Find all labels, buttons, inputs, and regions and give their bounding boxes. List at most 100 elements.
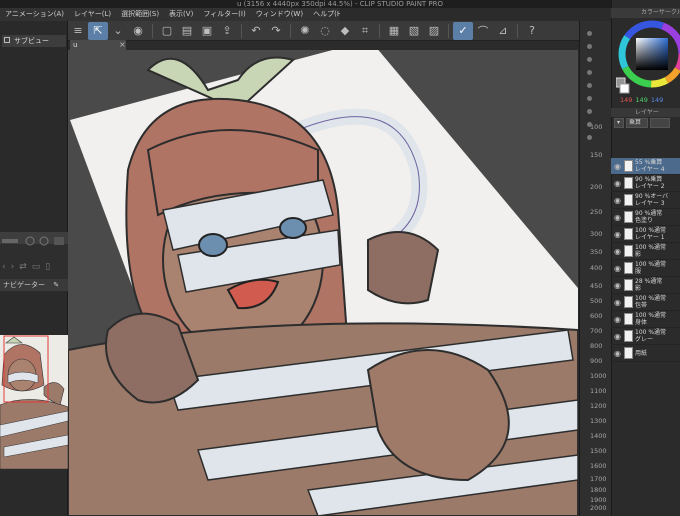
eye-icon[interactable]: ◉ <box>613 179 622 188</box>
save-icon[interactable]: ▣ <box>197 22 217 40</box>
menu-help[interactable]: ヘルプ(H) <box>308 8 340 21</box>
new-icon[interactable]: ▢ <box>157 22 177 40</box>
eye-icon[interactable]: ◉ <box>613 247 622 256</box>
layer-name: 影 <box>635 251 642 258</box>
layer-row[interactable]: ◉ 28 %通常影 <box>611 277 680 294</box>
ruler-tick-label: 150 <box>590 151 603 159</box>
transform-icon[interactable]: ⌗ <box>355 22 375 40</box>
navigator-tab[interactable]: ナビゲーター ✎ <box>0 279 68 291</box>
menu-filter[interactable]: フィルター(I) <box>198 8 250 21</box>
move-icon[interactable]: ⇱ <box>88 21 108 40</box>
layer-blend-row: ▾ 乗算 <box>611 117 680 129</box>
grid-icon[interactable]: ▦ <box>384 22 404 40</box>
layer-label: 100 %通常服 <box>635 261 666 275</box>
eye-icon[interactable]: ◉ <box>613 162 622 171</box>
eye-icon[interactable]: ◉ <box>613 349 622 358</box>
delete-icon[interactable]: ▯ <box>45 262 50 276</box>
red-value[interactable]: 149 <box>620 96 632 104</box>
ruler-tick-label: 1000 <box>590 372 607 380</box>
ruler-tick-label: 400 <box>590 264 603 272</box>
eye-icon[interactable]: ◉ <box>613 264 622 273</box>
layer-label: 用紙 <box>635 350 647 357</box>
window-title: u (3156 x 4440px 350dpi 44.5%) - CLIP ST… <box>0 0 680 8</box>
rotate-right-icon[interactable]: › <box>11 262 15 276</box>
ruler-icon[interactable]: ▧ <box>404 22 424 40</box>
eraser-icon[interactable]: ⊿ <box>493 22 513 40</box>
eye-icon[interactable]: ◉ <box>613 196 622 205</box>
snap-icon[interactable]: ▨ <box>424 22 444 40</box>
dropdown-icon[interactable]: ⌄ <box>108 22 128 40</box>
eye-icon[interactable]: ◉ <box>613 213 622 222</box>
navigator-toolbar: ‹ › ⇄ ▭ ▯ <box>2 262 66 276</box>
layer-opacity: 100 %通常 <box>635 227 667 234</box>
close-icon[interactable]: × <box>119 40 127 50</box>
redo-icon[interactable]: ↷ <box>266 22 286 40</box>
menu-selection[interactable]: 選択範囲(S) <box>116 8 164 21</box>
toolbar-separator <box>448 23 449 38</box>
document-tab[interactable]: u <box>70 40 126 50</box>
subview-tab[interactable]: サブビュー <box>2 35 66 47</box>
layer-row[interactable]: ◉ 90 %乗算 レイヤー 2 <box>611 175 680 192</box>
layer-row[interactable]: ◉ 90 %オーバ レイヤー 3 <box>611 192 680 209</box>
layer-row[interactable]: ◉ 用紙 <box>611 345 680 362</box>
folder-icon[interactable]: ▭ <box>32 262 41 276</box>
view-icon[interactable]: ◉ <box>128 22 148 40</box>
layer-option-icon[interactable]: ▾ <box>614 118 624 128</box>
open-icon[interactable]: ▤ <box>177 22 197 40</box>
ruler-tick-label: 600 <box>590 312 603 320</box>
menu-window[interactable]: ウィンドウ(W) <box>251 8 308 21</box>
left-eye <box>198 233 228 257</box>
eye-icon[interactable]: ◉ <box>613 332 622 341</box>
eye-icon[interactable]: ◉ <box>613 298 622 307</box>
layer-name: レイヤー 4 <box>635 166 665 173</box>
export-icon[interactable]: ⇪ <box>217 22 237 40</box>
pen-icon[interactable]: ✓ <box>453 21 473 40</box>
menu-icon[interactable]: ≡ <box>68 22 88 40</box>
help-icon[interactable]: ? <box>522 22 542 40</box>
layer-row[interactable]: ◉ 100 %通常 グレー <box>611 328 680 345</box>
layer-opacity: 100 %通常 <box>635 295 667 302</box>
layer-row[interactable]: ◉ 100 %通常 レイヤー 1 <box>611 226 680 243</box>
eye-icon[interactable]: ◉ <box>613 281 622 290</box>
zoom-controls-icon <box>2 236 64 246</box>
color-wheel[interactable] <box>616 18 680 94</box>
opacity-slider[interactable] <box>650 118 670 128</box>
canvas-area[interactable] <box>68 50 578 516</box>
layer-row[interactable]: ◉ 100 %通常影 <box>611 243 680 260</box>
menu-view[interactable]: 表示(V) <box>164 8 198 21</box>
ruler-marker <box>587 57 592 62</box>
fill-icon[interactable]: ◆ <box>335 22 355 40</box>
blue-value[interactable]: 149 <box>651 96 663 104</box>
zoom-slider[interactable] <box>0 232 68 246</box>
menu-animation[interactable]: アニメーション(A) <box>0 8 69 21</box>
brush-icon[interactable]: ⌒ <box>473 22 493 40</box>
ruler-tick-label: 200 <box>590 183 603 191</box>
layer-label: 100 %通常影 <box>635 244 666 258</box>
ruler-tick-label: 700 <box>590 327 603 335</box>
eye-icon[interactable]: ◉ <box>613 230 622 239</box>
layer-row[interactable]: ◉ 100 %通常服 <box>611 260 680 277</box>
layer-row[interactable]: ◉ 90 %通常 色塗り <box>611 209 680 226</box>
navigator-thumbnail[interactable] <box>0 335 68 469</box>
clear-icon[interactable]: ◌ <box>315 22 335 40</box>
toolbar-separator <box>379 23 380 38</box>
undo-icon[interactable]: ↶ <box>246 22 266 40</box>
ruler-tick-label: 900 <box>590 357 603 365</box>
ruler-tick-label: 1300 <box>590 417 607 425</box>
blend-mode-select[interactable]: 乗算 <box>626 118 648 128</box>
layer-label: 100 %通常 包帯 <box>635 295 666 309</box>
menu-layer[interactable]: レイヤー(L) <box>69 8 116 21</box>
layer-opacity: 90 %オーバ <box>635 193 669 200</box>
layer-thumbnail <box>624 194 633 206</box>
layer-row[interactable]: ◉ 100 %通常 包帯 <box>611 294 680 311</box>
right-hand <box>367 231 440 305</box>
flip-icon[interactable]: ⇄ <box>19 262 27 276</box>
rotate-left-icon[interactable]: ‹ <box>2 262 6 276</box>
eye-icon[interactable]: ◉ <box>613 315 622 324</box>
spinner-icon[interactable]: ✺ <box>295 22 315 40</box>
layer-row[interactable]: ◉ 55 %乗算 レイヤー 4 <box>611 158 680 175</box>
pen-icon: ✎ <box>53 281 60 289</box>
layer-row[interactable]: ◉ 100 %通常 身体 <box>611 311 680 328</box>
layer-label: 100 %通常 レイヤー 1 <box>635 227 666 241</box>
green-value[interactable]: 149 <box>635 96 647 104</box>
